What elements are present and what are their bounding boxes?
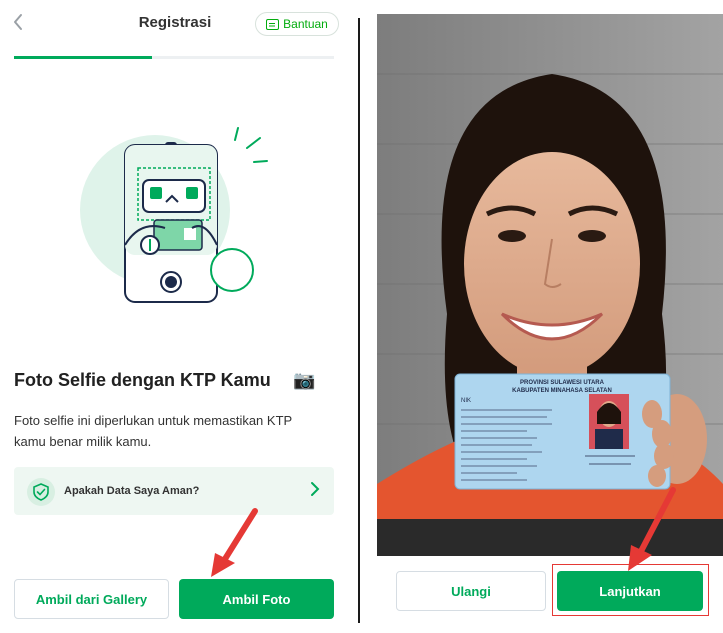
section-heading: Foto Selfie dengan KTP Kamu bbox=[14, 370, 271, 390]
selfie-preview-image: PROVINSI SULAWESI UTARA KABUPATEN MINAHA… bbox=[377, 14, 723, 556]
help-button[interactable]: Bantuan bbox=[255, 12, 339, 36]
ktp-province-text: PROVINSI SULAWESI UTARA bbox=[520, 380, 605, 386]
progress-bar bbox=[14, 56, 334, 59]
retry-button[interactable]: Ulangi bbox=[396, 571, 546, 611]
camera-emoji-icon: 📷 bbox=[293, 370, 316, 390]
chat-icon bbox=[266, 18, 280, 30]
help-label: Bantuan bbox=[283, 17, 328, 31]
shield-icon bbox=[27, 478, 55, 506]
data-safety-label: Apakah Data Saya Aman? bbox=[64, 485, 200, 497]
selfie-ktp-illustration bbox=[80, 127, 268, 303]
photo-preview-screen: PROVINSI SULAWESI UTARA KABUPATEN MINAHA… bbox=[377, 14, 723, 633]
chevron-right-icon bbox=[310, 481, 320, 502]
continue-button[interactable]: Lanjutkan bbox=[557, 571, 703, 611]
panel-divider bbox=[358, 18, 360, 623]
ktp-nik-label: NIK bbox=[461, 398, 471, 404]
section-description: Foto selfie ini diperlukan untuk memasti… bbox=[14, 413, 292, 449]
data-safety-card[interactable]: Apakah Data Saya Aman? bbox=[14, 467, 334, 515]
selfie-with-ktp-photo: PROVINSI SULAWESI UTARA KABUPATEN MINAHA… bbox=[377, 14, 723, 556]
choose-from-gallery-button[interactable]: Ambil dari Gallery bbox=[14, 579, 169, 619]
ktp-regency-text: KABUPATEN MINAHASA SELATAN bbox=[512, 388, 612, 394]
annotation-arrow-icon bbox=[211, 508, 258, 577]
progress-fill bbox=[14, 56, 152, 59]
registration-screen: Registrasi Bantuan Foto Selfie dengan KT… bbox=[0, 0, 350, 633]
take-photo-button[interactable]: Ambil Foto bbox=[179, 579, 334, 619]
